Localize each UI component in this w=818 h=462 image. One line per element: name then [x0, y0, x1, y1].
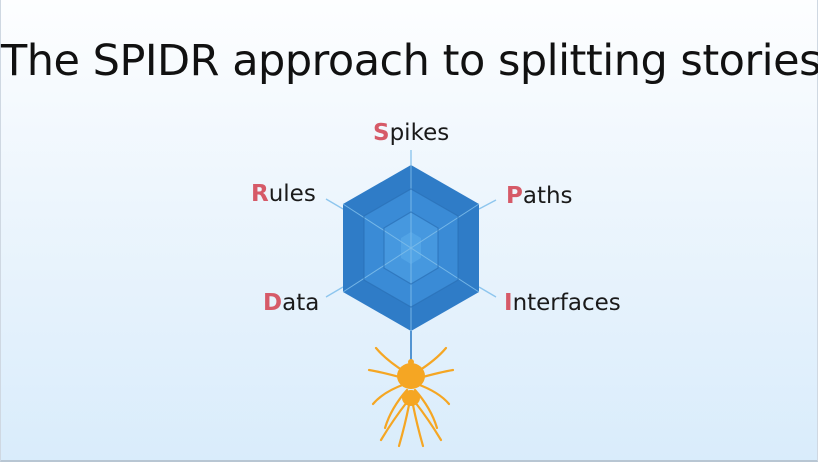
- slide: The SPIDR approach to splitting stories …: [0, 0, 818, 462]
- spider-icon: [367, 346, 455, 448]
- spider-web-graphic: [325, 150, 497, 448]
- hexagon-web-icon: [342, 165, 480, 331]
